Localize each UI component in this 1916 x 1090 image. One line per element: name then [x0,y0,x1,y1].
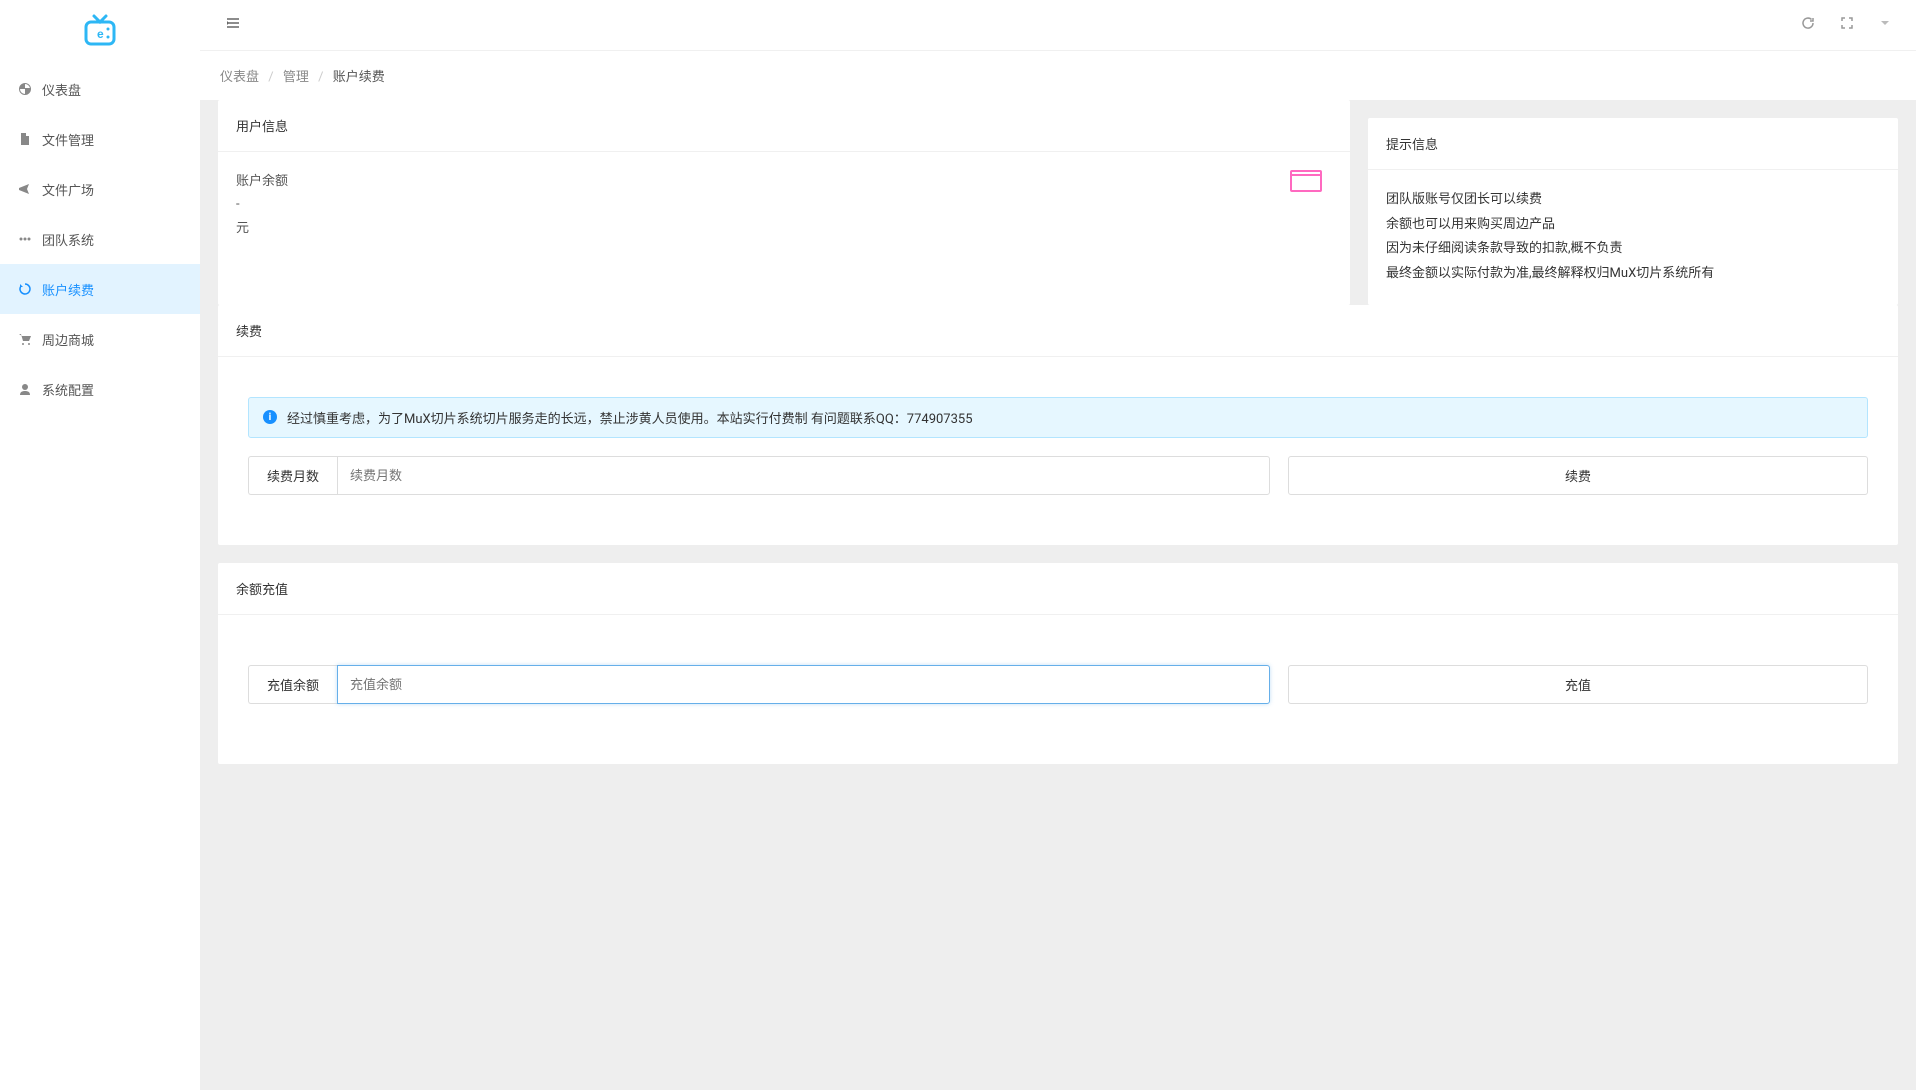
user-icon [18,382,32,396]
renew-button[interactable]: 续费 [1288,456,1868,495]
breadcrumb: 仪表盘 / 管理 / 账户续费 [200,50,1916,100]
tip-line: 余额也可以用来购买周边产品 [1386,213,1880,238]
cart-icon [18,332,32,346]
breadcrumb-item[interactable]: 管理 [283,70,309,85]
fullscreen-icon[interactable] [1840,16,1854,34]
tip-line: 最终金额以实际付款为准,最终解释权归MuX切片系统所有 [1386,262,1880,287]
sidebar-item-square[interactable]: 文件广场 [0,164,200,214]
menu-toggle-icon[interactable] [225,15,241,35]
renew-title: 续费 [218,305,1898,357]
sidebar-item-label: 仪表盘 [42,80,81,99]
tips-title: 提示信息 [1368,118,1898,170]
breadcrumb-current: 账户续费 [333,70,385,85]
sidebar-item-config[interactable]: 系统配置 [0,364,200,414]
months-input[interactable] [337,456,1270,495]
breadcrumb-item[interactable]: 仪表盘 [220,70,259,85]
sidebar-item-label: 团队系统 [42,230,94,249]
sidebar-item-label: 文件广场 [42,180,94,199]
refresh-icon[interactable] [1801,16,1815,34]
tip-line: 团队版账号仅团长可以续费 [1386,188,1880,213]
share-icon [18,182,32,196]
amount-input[interactable] [337,665,1270,704]
file-icon [18,132,32,146]
sidebar-item-team[interactable]: 团队系统 [0,214,200,264]
sidebar-item-dashboard[interactable]: 仪表盘 [0,64,200,114]
sidebar-item-renew[interactable]: 账户续费 [0,264,200,314]
credit-card-icon [1290,170,1322,192]
dashboard-icon [18,82,32,96]
sidebar-item-shop[interactable]: 周边商城 [0,314,200,364]
alert-text: 经过慎重考虑，为了MuX切片系统切片服务走的长远，禁止涉黄人员使用。本站实行付费… [287,408,973,427]
balance-unit: 元 [236,217,288,240]
recharge-button[interactable]: 充值 [1288,665,1868,704]
sidebar-item-label: 系统配置 [42,380,94,399]
recharge-title: 余额充值 [218,563,1898,615]
balance-value: - [236,193,288,216]
balance-label: 账户余额 [236,170,288,193]
tip-line: 因为未仔细阅读条款导致的扣款,概不负责 [1386,237,1880,262]
ellipsis-icon [18,232,32,246]
sidebar-item-label: 周边商城 [42,330,94,349]
logo: e [0,0,200,64]
alert-info: i 经过慎重考虑，为了MuX切片系统切片服务走的长远，禁止涉黄人员使用。本站实行… [248,397,1868,438]
user-info-title: 用户信息 [218,100,1350,152]
info-icon: i [263,410,277,424]
refresh-icon [18,282,32,296]
sidebar-item-files[interactable]: 文件管理 [0,114,200,164]
svg-text:e: e [97,27,104,41]
months-label: 续费月数 [248,456,337,495]
sidebar-item-label: 账户续费 [42,280,94,299]
dropdown-icon[interactable] [1879,17,1891,33]
sidebar-item-label: 文件管理 [42,130,94,149]
amount-label: 充值余额 [248,665,337,704]
